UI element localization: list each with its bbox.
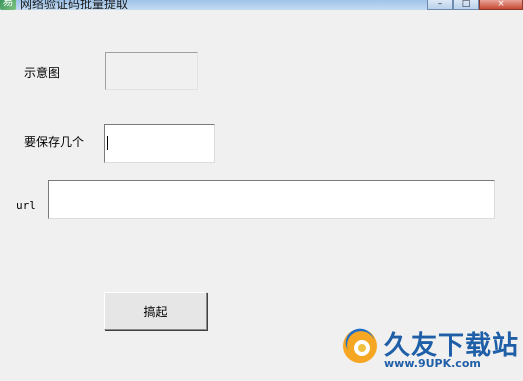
window-title: 网络验证码批量提取 — [20, 0, 129, 10]
close-button[interactable]: × — [479, 0, 523, 10]
minimize-button[interactable]: – — [427, 0, 453, 10]
count-input[interactable] — [104, 124, 215, 163]
app-icon: 易 — [0, 0, 16, 10]
url-label: url — [16, 199, 36, 212]
preview-label: 示意图 — [24, 66, 61, 80]
watermark-logo-icon — [343, 328, 377, 363]
watermark: 久友下载站 www.9UPK.com — [338, 322, 523, 381]
preview-image-box — [105, 52, 198, 90]
app-window: 易 网络验证码批量提取 – □ × 示意图 要保存几个 url 搞起 久友下载站… — [0, 0, 523, 381]
url-input[interactable] — [48, 180, 495, 219]
start-button[interactable]: 搞起 — [104, 292, 207, 330]
window-controls: – □ × — [427, 0, 523, 10]
title-bar[interactable]: 易 网络验证码批量提取 – □ × — [0, 0, 523, 10]
maximize-button[interactable]: □ — [453, 0, 479, 10]
text-caret — [107, 136, 108, 150]
watermark-url: www.9UPK.com — [384, 357, 481, 370]
count-label: 要保存几个 — [24, 135, 85, 149]
